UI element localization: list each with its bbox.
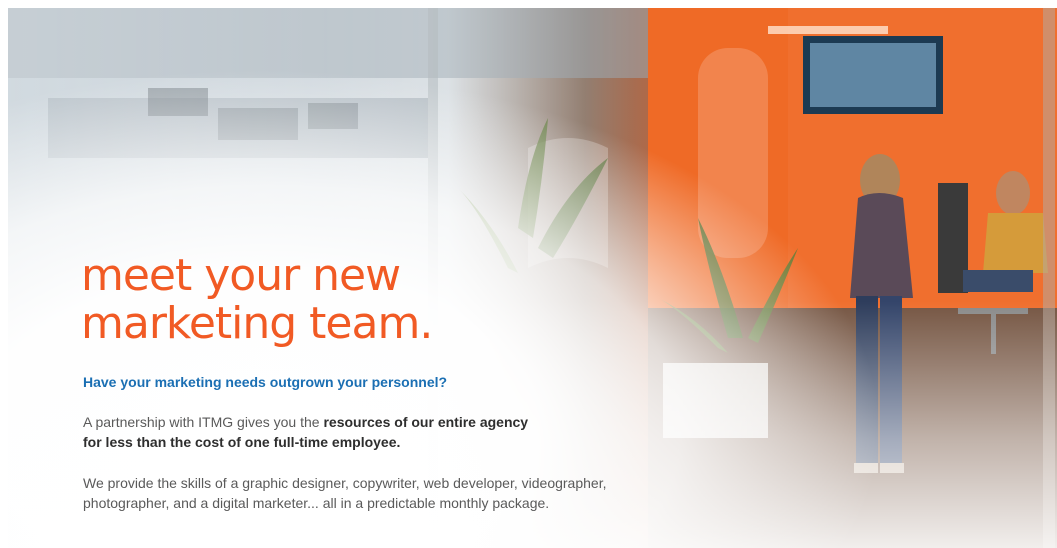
skills-line-2: photographer, and a digital marketer... … [83, 495, 550, 511]
hero-headline: meet your new marketing team. [81, 250, 433, 349]
hero-content: meet your new marketing team. Have your … [0, 0, 1057, 548]
headline-line-2: marketing team. [81, 298, 433, 349]
partnership-paragraph: A partnership with ITMG gives you the re… [83, 412, 603, 452]
hero-subheading: Have your marketing needs outgrown your … [83, 374, 448, 390]
skills-line-1: We provide the skills of a graphic desig… [83, 475, 607, 491]
partnership-line-1: A partnership with ITMG gives you the re… [83, 412, 603, 432]
partnership-bold-1: resources of our entire agency [323, 414, 529, 430]
hero-section: meet your new marketing team. Have your … [0, 0, 1057, 548]
headline-line-1: meet your new [81, 250, 401, 301]
skills-paragraph: We provide the skills of a graphic desig… [83, 473, 683, 513]
partnership-bold-2: for less than the cost of one full-time … [83, 434, 401, 450]
partnership-intro: A partnership with ITMG gives you the [83, 414, 324, 430]
